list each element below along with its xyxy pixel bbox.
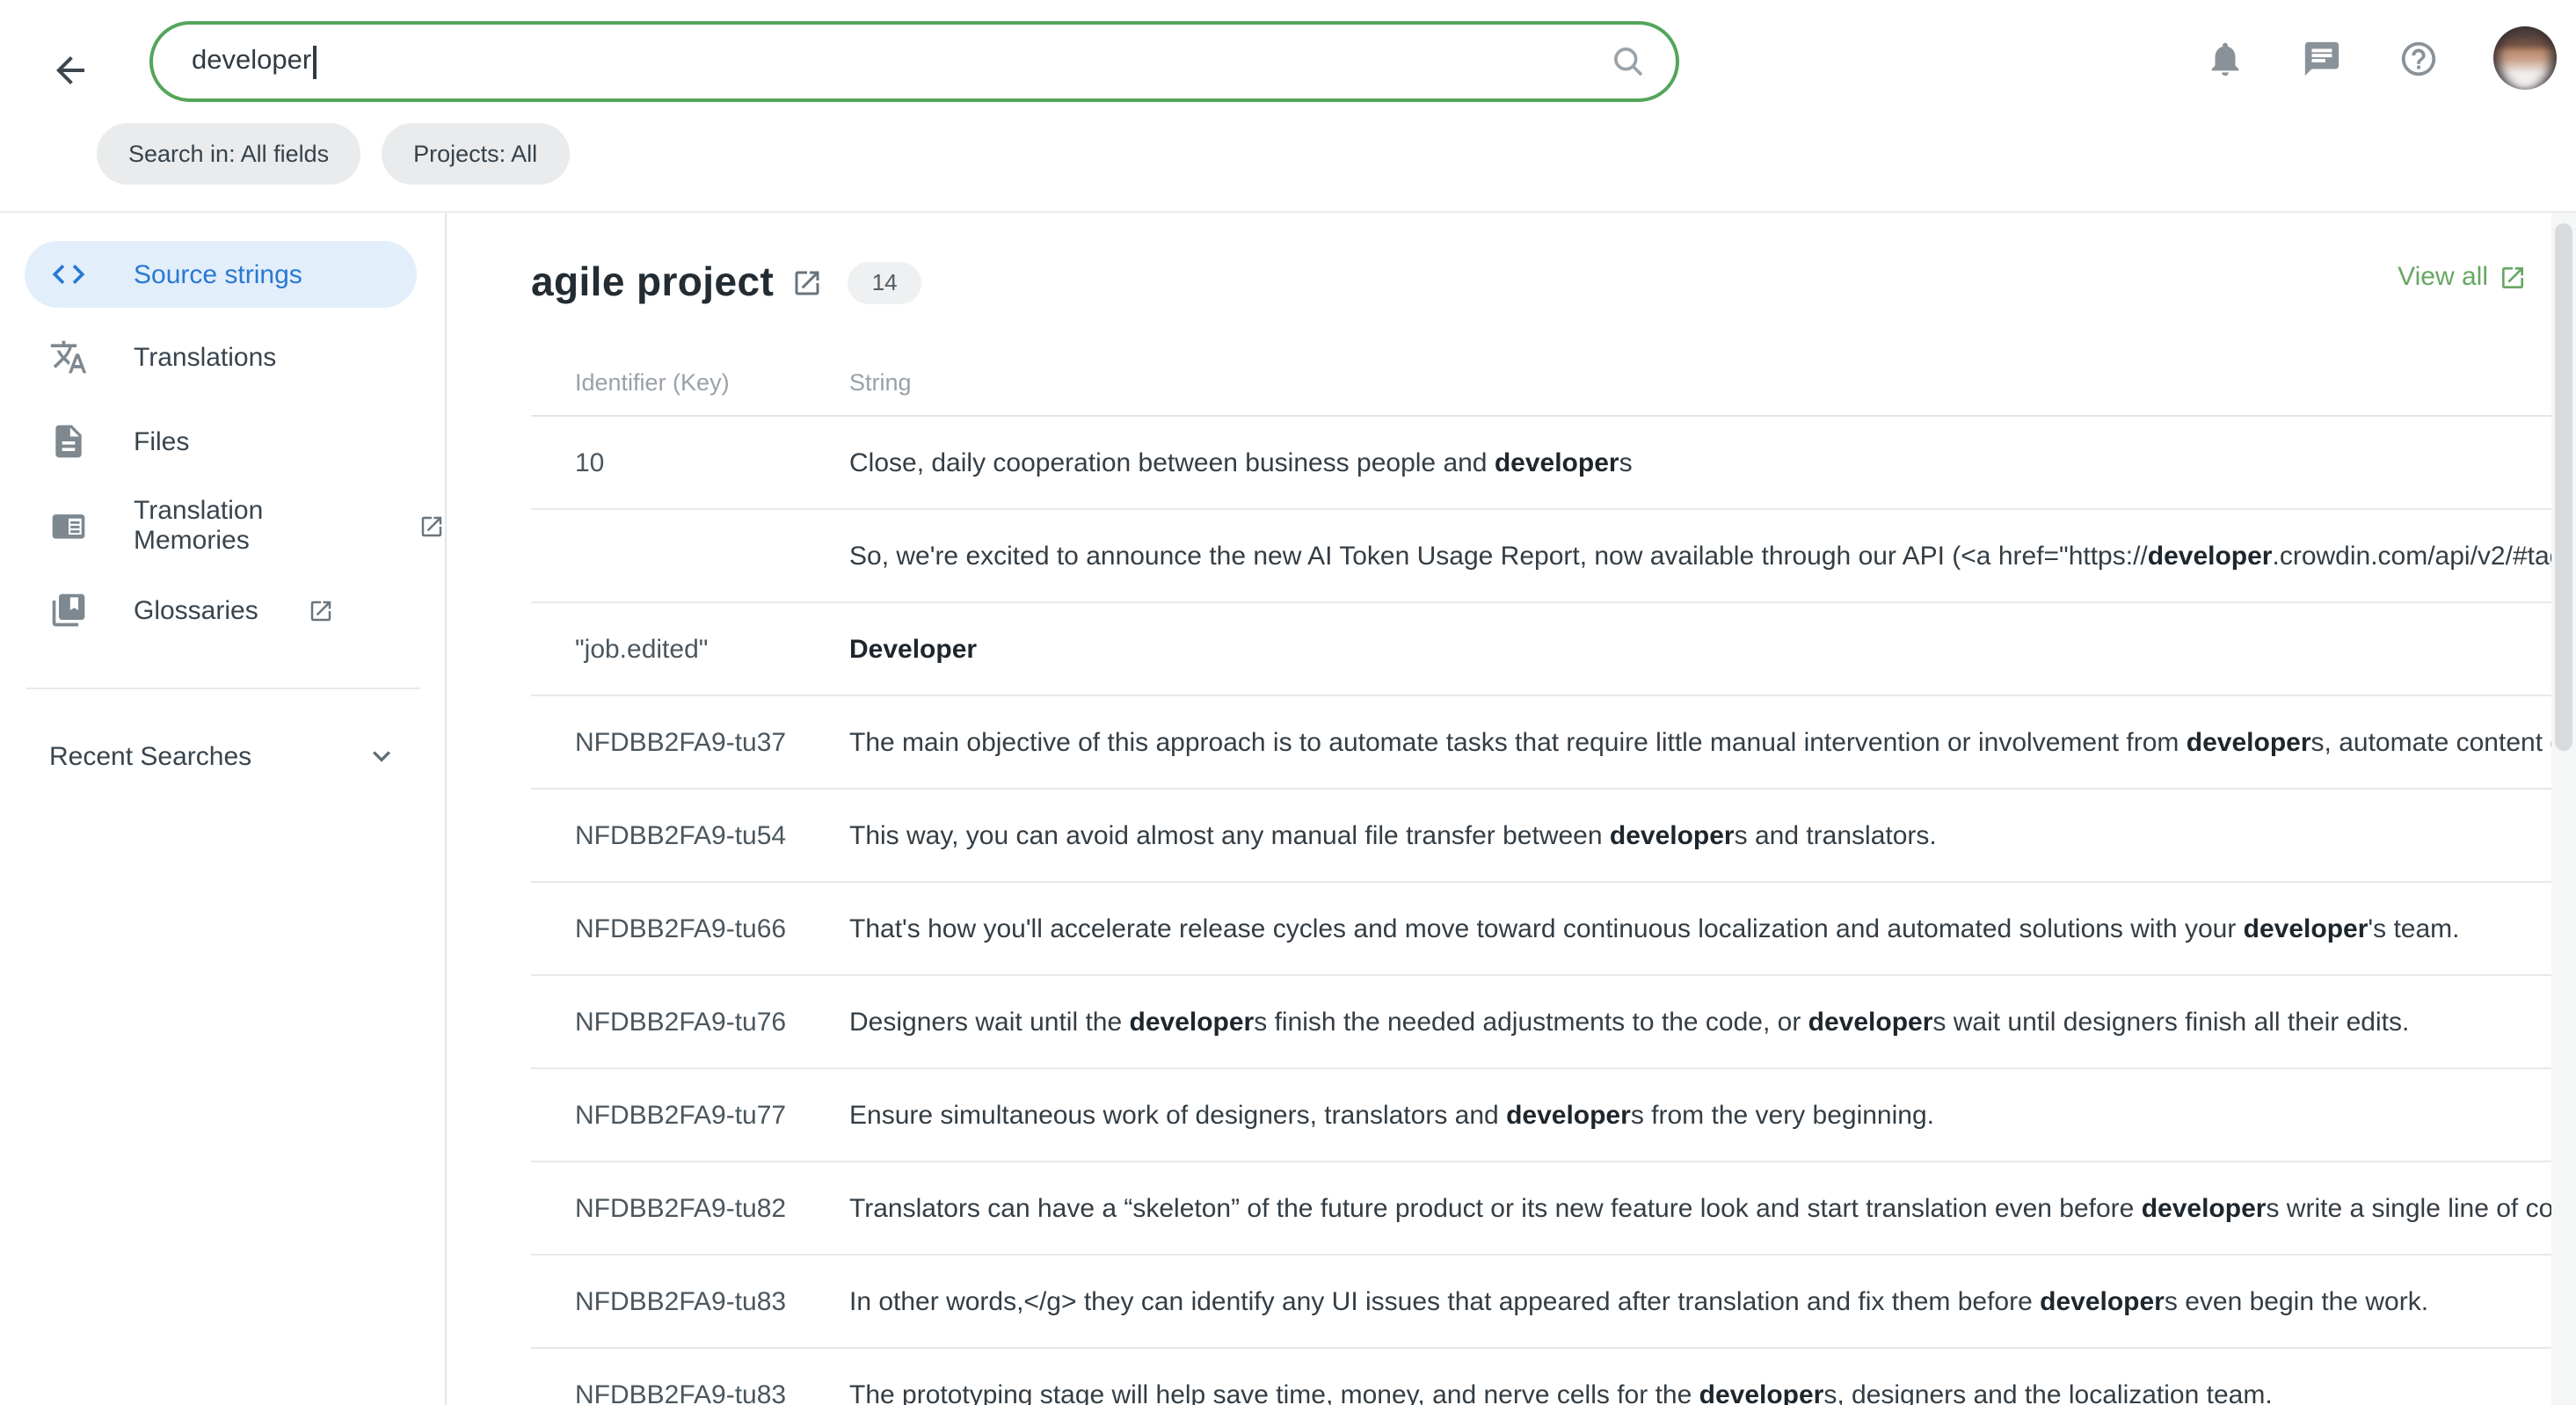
row-key: "job.edited" bbox=[575, 634, 849, 664]
view-all-label: View all bbox=[2398, 262, 2488, 292]
open-in-new-icon bbox=[308, 597, 334, 623]
row-string: Close, daily cooperation between busines… bbox=[849, 448, 2551, 477]
sidebar-item-translation-memories[interactable]: Translation Memories bbox=[0, 484, 445, 568]
sidebar-item-label: Files bbox=[134, 426, 189, 456]
row-key: NFDBB2FA9-tu83 bbox=[575, 1286, 849, 1316]
table-row[interactable]: NFDBB2FA9-tu83 The prototyping stage wil… bbox=[531, 1349, 2551, 1405]
scrollbar[interactable] bbox=[2551, 213, 2576, 1405]
table-row[interactable]: So, we're excited to announce the new AI… bbox=[531, 510, 2551, 603]
row-key: NFDBB2FA9-tu76 bbox=[575, 1007, 849, 1037]
row-key: NFDBB2FA9-tu82 bbox=[575, 1193, 849, 1223]
row-string: So, we're excited to announce the new AI… bbox=[849, 541, 2551, 571]
open-in-new-icon bbox=[2499, 263, 2527, 291]
view-all-link[interactable]: View all bbox=[2398, 262, 2527, 292]
row-key: NFDBB2FA9-tu77 bbox=[575, 1100, 849, 1130]
table-header: Identifier (Key) String bbox=[531, 348, 2551, 417]
translate-icon bbox=[49, 338, 88, 376]
row-key: NFDBB2FA9-tu54 bbox=[575, 820, 849, 850]
messages-button[interactable] bbox=[2300, 37, 2342, 79]
sidebar-item-label: Source strings bbox=[134, 259, 302, 289]
row-key: NFDBB2FA9-tu83 bbox=[575, 1380, 849, 1405]
sidebar-item-translations[interactable]: Translations bbox=[0, 315, 445, 399]
table-row[interactable]: NFDBB2FA9-tu54 This way, you can avoid a… bbox=[531, 790, 2551, 883]
sidebar-item-label: Translation Memories bbox=[134, 496, 369, 556]
table-row[interactable]: NFDBB2FA9-tu83 In other words,</g> they … bbox=[531, 1256, 2551, 1349]
row-key: 10 bbox=[575, 448, 849, 477]
notifications-button[interactable] bbox=[2203, 37, 2245, 79]
strings-table: Identifier (Key) String 10 Close, daily … bbox=[531, 348, 2551, 1405]
back-button[interactable] bbox=[46, 46, 95, 95]
row-string: Ensure simultaneous work of designers, t… bbox=[849, 1100, 2551, 1130]
row-key: NFDBB2FA9-tu66 bbox=[575, 914, 849, 943]
file-icon bbox=[49, 422, 88, 461]
open-in-new-icon[interactable] bbox=[791, 266, 823, 298]
table-row[interactable]: "job.edited" Developer bbox=[531, 603, 2551, 696]
open-in-new-icon bbox=[418, 513, 445, 539]
row-string: That's how you'll accelerate release cyc… bbox=[849, 914, 2551, 943]
project-title[interactable]: agile project bbox=[531, 258, 774, 306]
table-row[interactable]: NFDBB2FA9-tu77 Ensure simultaneous work … bbox=[531, 1069, 2551, 1162]
code-icon bbox=[49, 255, 88, 294]
sidebar-item-source-strings[interactable]: Source strings bbox=[25, 241, 417, 308]
search-value: developer bbox=[192, 46, 311, 77]
filter-projects[interactable]: Projects: All bbox=[382, 123, 569, 185]
column-header-string: String bbox=[849, 368, 2551, 395]
help-icon bbox=[2398, 38, 2438, 78]
glossaries-icon bbox=[49, 591, 88, 630]
row-string: Designers wait until the developers fini… bbox=[849, 1007, 2551, 1037]
filter-label: Projects: All bbox=[413, 141, 537, 167]
row-string: The main objective of this approach is t… bbox=[849, 727, 2551, 757]
arrow-left-icon bbox=[49, 49, 91, 91]
chevron-down-icon bbox=[364, 739, 399, 774]
row-string: The prototyping stage will help save tim… bbox=[849, 1380, 2551, 1405]
sidebar-item-label: Glossaries bbox=[134, 595, 258, 625]
search-icon[interactable] bbox=[1609, 42, 1648, 81]
help-button[interactable] bbox=[2397, 37, 2439, 79]
table-row[interactable]: NFDBB2FA9-tu37 The main objective of thi… bbox=[531, 696, 2551, 790]
bell-icon bbox=[2204, 38, 2245, 78]
header: developer bbox=[0, 0, 2576, 213]
user-avatar[interactable] bbox=[2493, 26, 2557, 90]
search-filters: Search in: All fields Projects: All bbox=[97, 123, 569, 185]
text-caret bbox=[313, 45, 316, 78]
sidebar-item-files[interactable]: Files bbox=[0, 399, 445, 484]
row-string: This way, you can avoid almost any manua… bbox=[849, 820, 2551, 850]
project-result-header: agile project 14 View all bbox=[448, 213, 2551, 348]
result-count-badge: 14 bbox=[848, 261, 921, 303]
sidebar-item-glossaries[interactable]: Glossaries bbox=[0, 568, 445, 652]
translation-memory-icon bbox=[49, 506, 88, 545]
row-string: In other words,</g> they can identify an… bbox=[849, 1286, 2551, 1316]
table-row[interactable]: NFDBB2FA9-tu82 Translators can have a “s… bbox=[531, 1162, 2551, 1256]
sidebar-item-label: Translations bbox=[134, 342, 276, 372]
sidebar: Source strings Translations Files Transl… bbox=[0, 213, 447, 1405]
scrollbar-thumb[interactable] bbox=[2555, 223, 2572, 751]
row-key: NFDBB2FA9-tu37 bbox=[575, 727, 849, 757]
table-body: 10 Close, daily cooperation between busi… bbox=[531, 417, 2551, 1405]
crowdin-search-page: developer bbox=[0, 0, 2576, 1405]
sidebar-divider bbox=[26, 688, 420, 689]
row-string: Developer bbox=[849, 634, 2551, 664]
filter-label: Search in: All fields bbox=[128, 141, 329, 167]
filter-search-in[interactable]: Search in: All fields bbox=[97, 123, 360, 185]
search-input[interactable]: developer bbox=[149, 21, 1679, 102]
table-row[interactable]: NFDBB2FA9-tu66 That's how you'll acceler… bbox=[531, 883, 2551, 976]
table-row[interactable]: 10 Close, daily cooperation between busi… bbox=[531, 417, 2551, 510]
search-results: agile project 14 View all Identifier (Ke… bbox=[448, 213, 2551, 1405]
table-row[interactable]: NFDBB2FA9-tu76 Designers wait until the … bbox=[531, 976, 2551, 1069]
header-actions bbox=[2203, 0, 2576, 116]
column-header-identifier: Identifier (Key) bbox=[575, 368, 849, 395]
row-string: Translators can have a “skeleton” of the… bbox=[849, 1193, 2551, 1223]
recent-searches-toggle[interactable]: Recent Searches bbox=[0, 714, 445, 798]
recent-searches-label: Recent Searches bbox=[49, 741, 251, 771]
chat-icon bbox=[2301, 38, 2341, 78]
